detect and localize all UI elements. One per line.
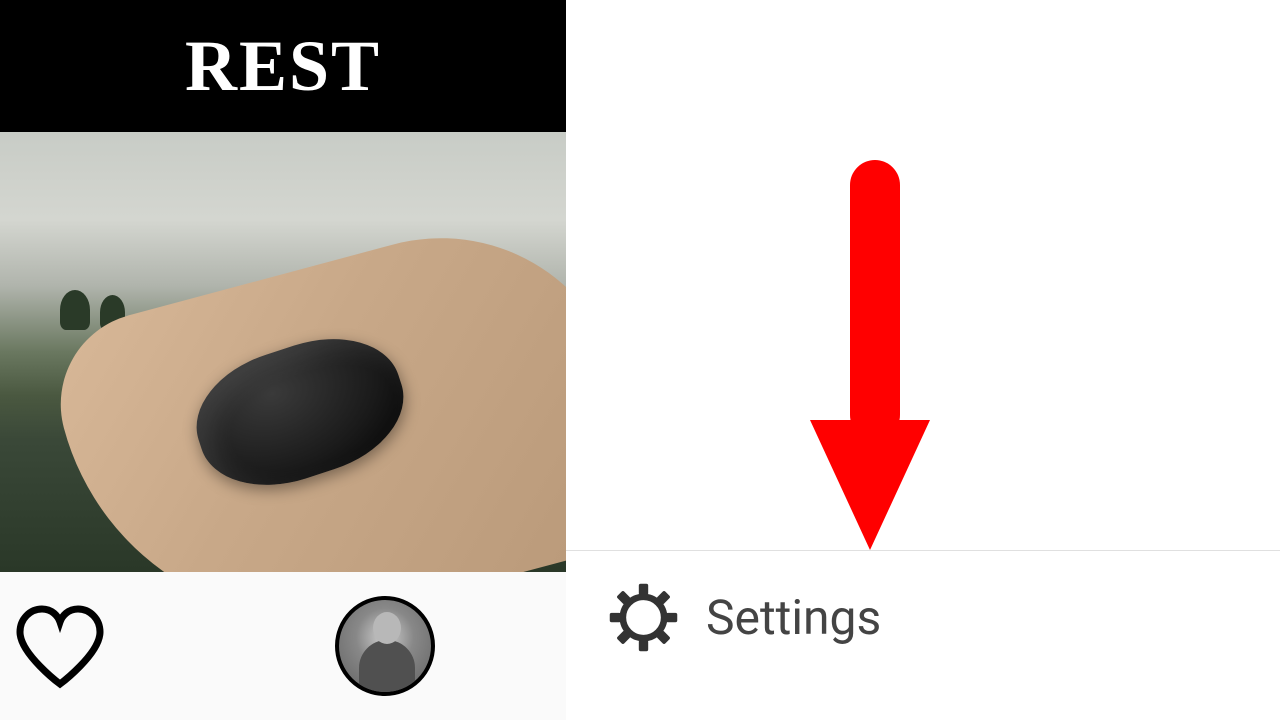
image-decoration	[60, 290, 90, 330]
header-title: REST	[185, 25, 381, 108]
settings-menu-item[interactable]: Settings	[606, 580, 881, 655]
arrow-annotation-icon	[790, 160, 950, 560]
heart-icon[interactable]	[10, 604, 110, 689]
post-image[interactable]	[0, 132, 566, 572]
profile-avatar[interactable]	[335, 596, 435, 696]
left-content-panel: REST	[0, 0, 566, 720]
avatar-decoration	[373, 612, 401, 644]
header-banner: REST	[0, 0, 566, 132]
action-bar	[0, 572, 566, 720]
avatar-decoration	[359, 640, 415, 696]
gear-icon	[606, 580, 681, 655]
settings-label: Settings	[706, 589, 881, 646]
